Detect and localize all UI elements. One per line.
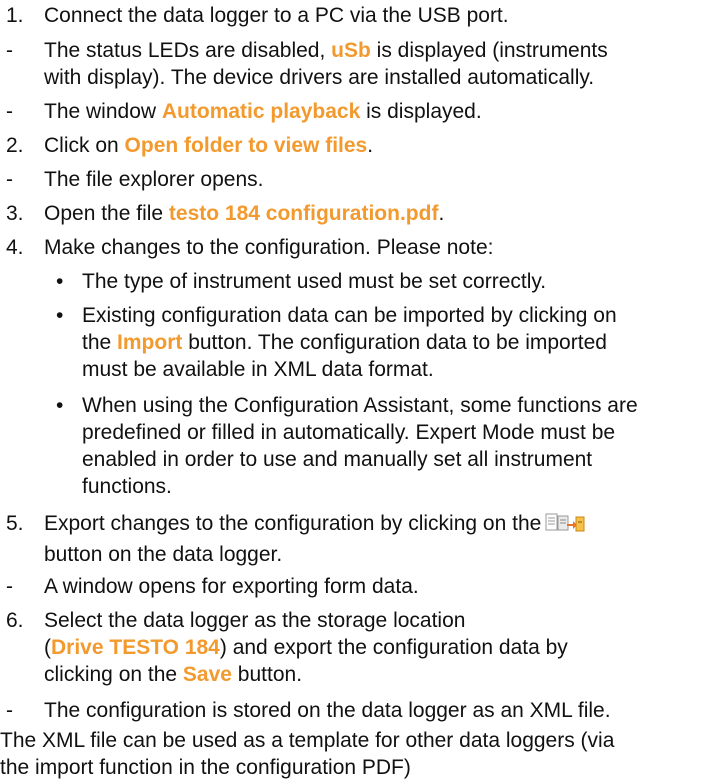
note-text: When using the Configuration Assistant, …: [82, 392, 721, 500]
result-marker: -: [6, 575, 13, 598]
result-text: The file explorer opens.: [44, 168, 264, 191]
note-text: The type of instrument used must be set …: [82, 270, 547, 293]
text-segment: Existing configuration data can be impor…: [82, 304, 617, 327]
step-marker: 4.: [6, 236, 24, 259]
step-text: Open the file testo 184 configuration.pd…: [44, 200, 721, 227]
result-marker: -: [6, 39, 13, 62]
text-segment: .: [367, 134, 374, 157]
text-segment: Select the data logger as the storage lo…: [44, 609, 466, 632]
highlight-drive-testo: Drive TESTO 184: [51, 636, 220, 659]
highlight-import: Import: [117, 331, 183, 354]
step-text: Click on Open folder to view files.: [44, 132, 721, 159]
highlight-config-pdf: testo 184 configuration.pdf: [168, 202, 439, 225]
text-segment: predefined or filled in automatically. E…: [82, 421, 616, 444]
text-segment: Export changes to the configuration by c…: [44, 512, 542, 535]
text-segment: Open the file: [44, 202, 169, 225]
highlight-open-folder: Open folder to view files: [124, 134, 368, 157]
text-segment: The window: [44, 100, 162, 123]
text-segment: button. The configuration data to be imp…: [182, 331, 607, 354]
text-segment: ) and export the configuration data by: [219, 636, 568, 659]
step-text: Connect the data logger to a PC via the …: [44, 4, 509, 27]
export-form-data-icon: [545, 512, 585, 541]
text-segment: is displayed (instruments: [370, 39, 608, 62]
text-segment: The status LEDs are disabled,: [44, 39, 332, 62]
step-text: Make changes to the configuration. Pleas…: [44, 236, 494, 259]
bullet-marker: •: [56, 304, 64, 327]
text-segment: Click on: [44, 134, 125, 157]
instruction-page: 1. Connect the data logger to a PC via t…: [0, 0, 725, 779]
highlight-automatic-playback: Automatic playback: [161, 100, 361, 123]
footer-note: The XML file can be used as a template f…: [0, 727, 720, 781]
result-text: The status LEDs are disabled, uSb is dis…: [44, 37, 721, 91]
text-segment: functions.: [82, 475, 172, 498]
text-segment: (: [44, 636, 51, 659]
text-segment: clicking on the: [44, 663, 183, 686]
note-text: Existing configuration data can be impor…: [82, 302, 721, 383]
step-marker: 3.: [6, 202, 24, 225]
step-text: Select the data logger as the storage lo…: [44, 607, 721, 688]
step-marker: 5.: [6, 512, 24, 535]
text-segment: is displayed.: [360, 100, 482, 123]
text-segment: button on the data logger.: [44, 543, 283, 566]
step-marker: 1.: [6, 4, 24, 27]
text-segment: button.: [231, 663, 303, 686]
result-marker: -: [6, 168, 13, 191]
text-segment: When using the Configuration Assistant, …: [82, 394, 638, 417]
step-text: Export changes to the configuration by c…: [44, 510, 721, 568]
result-text: A window opens for exporting form data.: [44, 575, 419, 598]
text-segment: with display). The device drivers are in…: [44, 66, 595, 89]
text-segment: .: [438, 202, 445, 225]
text-segment: the: [82, 331, 118, 354]
footer-line: The XML file can be used as a template f…: [0, 729, 615, 752]
result-marker: -: [6, 699, 13, 722]
text-segment: enabled in order to use and manually set…: [82, 448, 593, 471]
bullet-marker: •: [56, 394, 64, 417]
result-text: The window Automatic playback is display…: [44, 98, 721, 125]
step-marker: 2.: [6, 134, 24, 157]
highlight-save: Save: [182, 663, 232, 686]
bullet-marker: •: [56, 270, 64, 293]
step-marker: 6.: [6, 609, 24, 632]
result-marker: -: [6, 100, 13, 123]
footer-line: the import function in the configuration…: [0, 756, 411, 779]
text-segment: must be available in XML data format.: [82, 358, 434, 381]
highlight-usb: uSb: [331, 39, 371, 62]
result-text: The configuration is stored on the data …: [44, 699, 611, 722]
